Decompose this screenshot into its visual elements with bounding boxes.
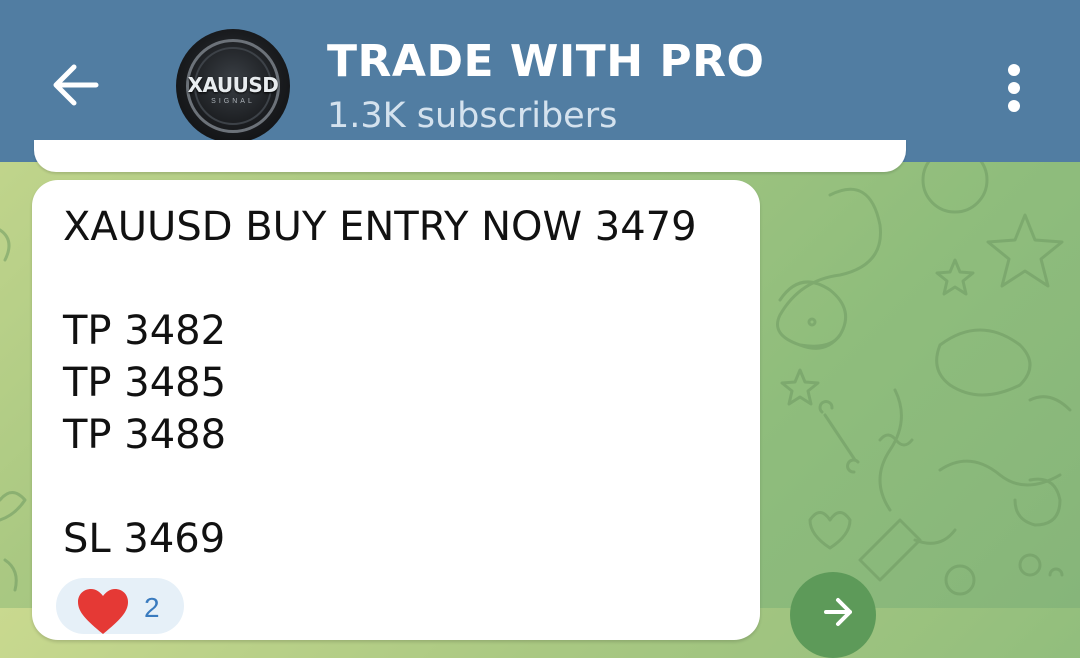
- back-arrow-icon: [53, 64, 99, 106]
- share-arrow-icon: [824, 598, 852, 626]
- more-dot-icon: [1008, 100, 1020, 112]
- subscriber-count: 1.3K subscribers: [327, 96, 618, 136]
- reaction-count: 2: [144, 592, 160, 623]
- more-options-button[interactable]: [996, 60, 1032, 116]
- message-line: SL 3469: [63, 516, 226, 562]
- avatar-logo-subtext: SIGNAL: [211, 98, 255, 105]
- message-line: XAUUSD BUY ENTRY NOW 3479: [63, 204, 697, 250]
- message-line: TP 3485: [63, 360, 227, 406]
- avatar-logo-text: XAUUSD: [187, 73, 279, 97]
- share-button[interactable]: [790, 572, 876, 658]
- chat-header: XAUUSD SIGNAL TRADE WITH PRO 1.3K subscr…: [0, 0, 1080, 162]
- message-line: TP 3488: [63, 412, 227, 458]
- heart-icon: [78, 589, 128, 634]
- message-line: TP 3482: [63, 308, 227, 354]
- heart-reaction[interactable]: 2: [56, 578, 184, 634]
- previous-message-bubble[interactable]: [34, 140, 906, 172]
- back-button[interactable]: [46, 55, 106, 115]
- channel-avatar[interactable]: XAUUSD SIGNAL: [176, 29, 290, 143]
- more-dot-icon: [1008, 64, 1020, 76]
- message-bubble[interactable]: XAUUSD BUY ENTRY NOW 3479 TP 3482 TP 348…: [32, 180, 760, 640]
- channel-title[interactable]: TRADE WITH PRO: [327, 36, 764, 87]
- more-dot-icon: [1008, 82, 1020, 94]
